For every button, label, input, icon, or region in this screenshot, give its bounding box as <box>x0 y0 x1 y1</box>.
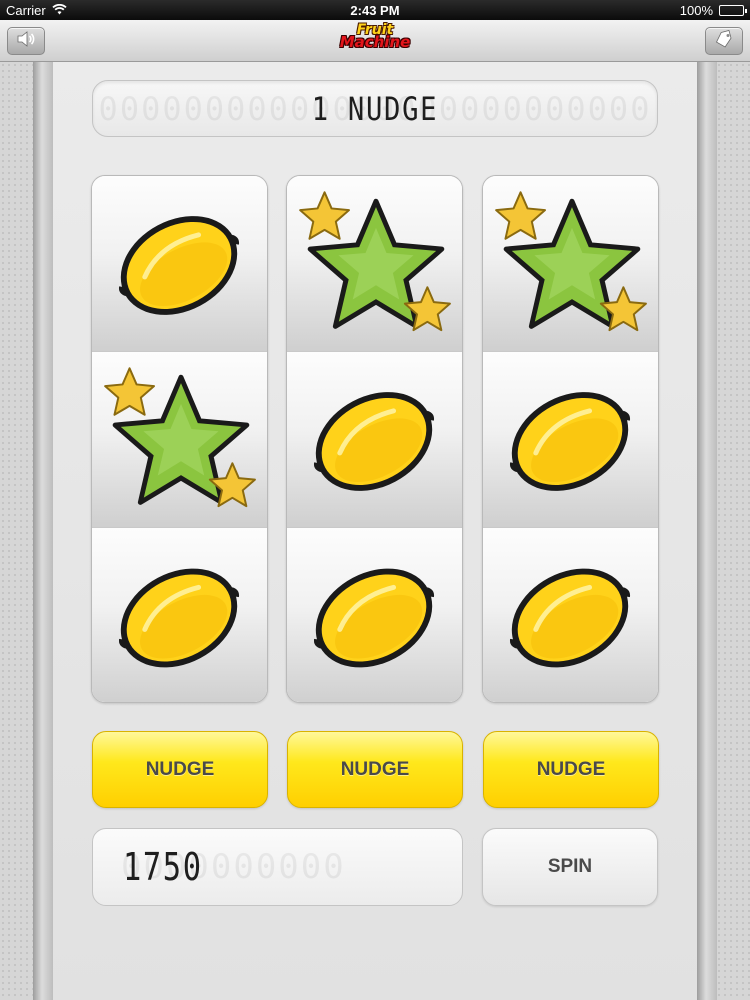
tag-icon <box>714 29 734 53</box>
store-button[interactable] <box>705 27 743 55</box>
message-text: 1 NUDGE <box>311 89 439 128</box>
logo-line-2: Machine <box>339 33 411 51</box>
lemon-icon <box>118 568 240 668</box>
clock: 2:43 PM <box>350 2 400 18</box>
credits-value: 1750 <box>123 845 203 889</box>
lemon-icon <box>313 392 435 491</box>
reel-2 <box>286 175 463 703</box>
battery-icon <box>719 4 747 16</box>
wifi-icon <box>52 3 67 18</box>
credits-display: 0000000000 1750 <box>92 828 463 906</box>
lemon-icon <box>313 568 435 668</box>
nudge-button-1[interactable]: NUDGE <box>92 731 268 808</box>
status-bar: Carrier 2:43 PM 100% <box>0 0 750 20</box>
lemon-icon <box>509 568 631 668</box>
lemon-icon <box>509 392 631 491</box>
reel-cell-lemon <box>483 528 658 702</box>
reel-3 <box>482 175 659 703</box>
speaker-icon <box>16 30 36 52</box>
nudge-button-2[interactable]: NUDGE <box>287 731 463 808</box>
reel-1 <box>91 175 268 703</box>
nav-bar: Fruit Machine <box>0 20 750 62</box>
star-icon <box>495 191 647 332</box>
lemon-icon <box>118 216 240 315</box>
reel-cell-star <box>483 176 658 352</box>
battery-percent: 100% <box>679 2 713 18</box>
spin-button[interactable]: SPIN <box>482 828 658 906</box>
reel-cell-lemon <box>483 352 658 528</box>
sound-button[interactable] <box>7 27 45 55</box>
carrier-label: Carrier <box>6 2 46 18</box>
star-icon <box>299 191 451 332</box>
star-icon <box>104 367 256 508</box>
message-display: 00000000000000000000000000 1 NUDGE <box>92 80 658 137</box>
reel-cell-lemon <box>287 352 462 528</box>
reel-cell-lemon <box>92 528 267 702</box>
reel-cell-star <box>287 176 462 352</box>
rail-right <box>697 62 717 1000</box>
nudge-button-3[interactable]: NUDGE <box>483 731 659 808</box>
app-logo: Fruit Machine <box>340 23 411 50</box>
reel-cell-lemon <box>92 176 267 352</box>
reel-cell-lemon <box>287 528 462 702</box>
rail-left <box>33 62 53 1000</box>
reel-cell-star <box>92 352 267 528</box>
